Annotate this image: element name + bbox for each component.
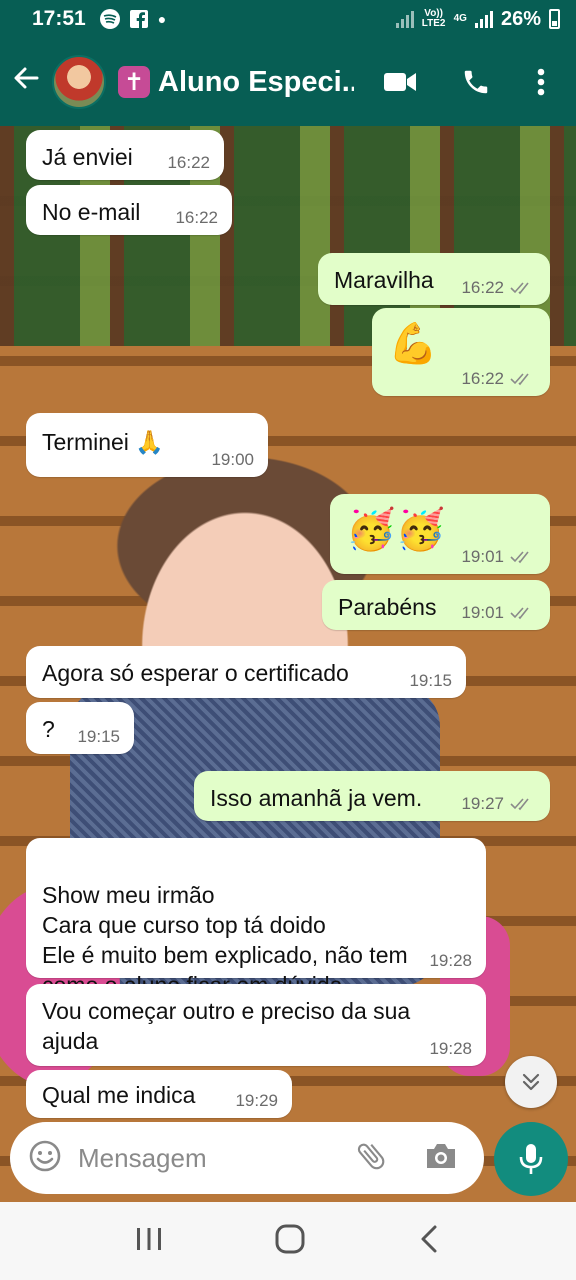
message-time: 19:27 — [461, 794, 504, 813]
message-text: Maravilha — [334, 267, 434, 293]
scroll-to-bottom-button[interactable] — [505, 1056, 557, 1108]
message-outgoing[interactable]: Maravilha 16:22 — [318, 253, 550, 305]
back-nav-icon[interactable] — [417, 1224, 441, 1259]
message-time: 19:00 — [211, 450, 254, 469]
message-incoming[interactable]: Agora só esperar o certificado 19:15 — [26, 646, 466, 698]
contact-name: Aluno Especi... — [158, 65, 354, 98]
read-ticks-icon — [510, 282, 529, 295]
message-incoming[interactable]: Show meu irmão Cara que curso top tá doi… — [26, 838, 486, 998]
spotify-icon — [99, 9, 120, 29]
message-incoming[interactable]: Já enviei 16:22 — [26, 130, 224, 180]
message-text: Parabéns — [338, 594, 437, 620]
message-time: 19:29 — [235, 1091, 278, 1110]
more-vert-icon[interactable] — [534, 64, 548, 100]
signal-1-icon — [395, 10, 414, 28]
read-ticks-icon — [510, 607, 529, 620]
message-time: 19:01 — [461, 547, 504, 566]
message-text: No e-mail — [42, 199, 141, 225]
double-chevron-down-icon — [522, 1073, 540, 1091]
read-ticks-icon — [510, 551, 529, 564]
microphone-icon — [519, 1144, 543, 1174]
system-navigation-bar — [0, 1202, 576, 1280]
chat-header: ✝ Aluno Especi... — [0, 38, 576, 126]
attach-icon[interactable] — [354, 1139, 388, 1178]
message-incoming[interactable]: No e-mail 16:22 — [26, 185, 232, 235]
read-ticks-icon — [510, 373, 529, 386]
message-text: 💪 — [388, 322, 438, 366]
message-text: ? — [42, 716, 55, 742]
message-time: 16:22 — [461, 278, 504, 297]
message-incoming[interactable]: Qual me indica 19:29 — [26, 1070, 292, 1118]
video-call-icon[interactable] — [382, 64, 418, 100]
message-time: 16:22 — [461, 369, 504, 388]
voice-message-button[interactable] — [494, 1122, 568, 1196]
avatar[interactable] — [52, 55, 106, 109]
message-outgoing[interactable]: 🥳🥳 19:01 — [330, 494, 550, 574]
home-icon[interactable] — [274, 1223, 306, 1260]
message-time: 16:22 — [167, 153, 210, 172]
message-incoming[interactable]: ? 19:15 — [26, 702, 134, 754]
message-text: Isso amanhã ja vem. — [210, 785, 423, 811]
recent-apps-icon[interactable] — [135, 1226, 163, 1257]
emoji-icon[interactable] — [28, 1139, 62, 1178]
message-text: Vou começar outro e preciso da sua ajuda — [42, 998, 411, 1054]
message-time: 19:28 — [429, 951, 472, 970]
read-ticks-icon — [510, 798, 529, 811]
latin-cross-icon: ✝ — [118, 66, 150, 98]
status-time: 17:51 — [32, 7, 86, 30]
camera-icon[interactable] — [424, 1141, 458, 1176]
message-text: Qual me indica — [42, 1082, 196, 1108]
message-time: 19:28 — [429, 1039, 472, 1058]
message-time: 16:22 — [175, 208, 218, 227]
battery-percent: 26% — [500, 7, 541, 30]
status-bar: 17:51 ● Vo)) LTE2 4G 26% — [0, 0, 576, 38]
message-incoming[interactable]: Vou começar outro e preciso da sua ajuda… — [26, 984, 486, 1066]
back-arrow-icon[interactable] — [0, 63, 52, 102]
message-outgoing[interactable]: 💪 16:22 — [372, 308, 550, 396]
message-time: 19:01 — [461, 603, 504, 622]
contact-title[interactable]: ✝ Aluno Especi... — [118, 66, 354, 99]
message-text: Agora só esperar o certificado — [42, 660, 349, 686]
message-text: Já enviei — [42, 144, 133, 170]
signal-2-icon — [474, 10, 493, 28]
message-time: 19:15 — [409, 671, 452, 690]
message-outgoing[interactable]: Parabéns 19:01 — [322, 580, 550, 630]
message-text: Terminei 🙏 — [42, 429, 164, 455]
battery-icon — [549, 9, 560, 29]
message-composer: Mensagem — [10, 1122, 484, 1194]
message-incoming[interactable]: Terminei 🙏 19:00 — [26, 413, 268, 477]
message-outgoing[interactable]: Isso amanhã ja vem. 19:27 — [194, 771, 550, 821]
voice-call-icon[interactable] — [458, 64, 494, 100]
notification-dot-icon: ● — [157, 11, 167, 27]
message-time: 19:15 — [77, 727, 120, 746]
volte-label: Vo)) LTE2 — [421, 8, 446, 29]
facebook-icon — [129, 10, 148, 28]
message-input[interactable]: Mensagem — [78, 1143, 354, 1174]
message-text: 🥳🥳 — [346, 508, 446, 552]
network-type: 4G — [453, 13, 467, 24]
